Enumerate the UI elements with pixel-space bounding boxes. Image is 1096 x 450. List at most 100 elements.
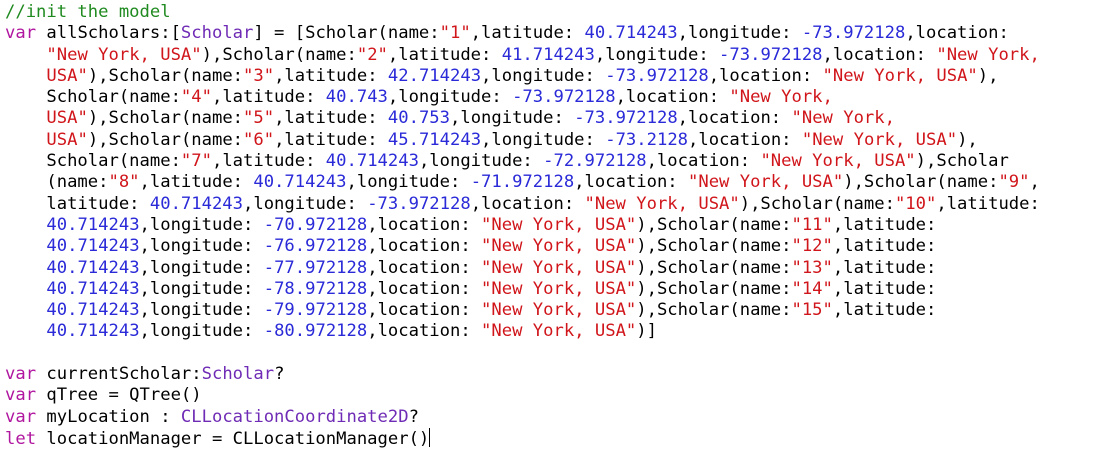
code-token-plain: qTree = QTree() <box>36 385 202 406</box>
code-token-plain: ),Scholar(name: <box>739 193 895 214</box>
code-token-number: -70.972128 <box>263 214 368 235</box>
code-token-plain: ,longitude: <box>481 129 606 150</box>
code-token-plain: latitude: <box>5 193 150 214</box>
code-line: 40.714243,longitude: -77.972128,location… <box>5 258 1040 279</box>
code-token-plain: ,latitude: <box>274 108 388 129</box>
code-token-plain: ,latitude: <box>211 151 326 172</box>
code-token-string: "14" <box>791 278 833 299</box>
code-token-string: USA" <box>46 65 88 86</box>
code-token-string: "New York, <box>936 44 1040 65</box>
code-line: 40.714243,longitude: -76.972128,location… <box>5 236 1040 257</box>
code-token-plain: ,location: <box>708 65 823 86</box>
code-token-keyword: var <box>5 364 37 385</box>
code-token-type: CLLocationCoordinate2D <box>180 406 409 427</box>
code-token-plain: ,latitude: <box>387 44 502 65</box>
code-token-number: -73.972128 <box>574 108 678 129</box>
code-line: 40.714243,longitude: -80.972128,location… <box>5 321 1040 342</box>
code-token-plain: ),Scholar(name: <box>636 257 792 278</box>
code-token-plain: ), <box>977 65 999 86</box>
code-token-string: "New York, <box>729 87 833 108</box>
code-token-plain: ,longitude: <box>139 214 264 235</box>
code-token-plain: Scholar(name: <box>5 151 181 172</box>
code-editor[interactable]: //init the model var allScholars:[Scholar… <box>0 0 1096 449</box>
code-token-plain: ,latitude: <box>936 193 1040 214</box>
code-token-string: "New York, USA" <box>481 214 637 235</box>
code-token-plain: ,longitude: <box>594 44 720 65</box>
code-token-plain: ,location: <box>688 129 802 150</box>
code-line: USA"),Scholar(name:"6",latitude: 45.7142… <box>5 130 1040 151</box>
code-token-number: -79.972128 <box>263 300 368 321</box>
code-line: USA"),Scholar(name:"5",latitude: 40.753,… <box>5 108 1040 129</box>
code-token-number: 40.714243 <box>149 193 244 214</box>
code-token-plain: ,longitude: <box>677 23 802 44</box>
code-token-plain: ,longitude: <box>139 236 264 257</box>
code-line: 40.714243,longitude: -78.972128,location… <box>5 279 1040 300</box>
code-token-plain: ? <box>408 406 419 427</box>
code-token-string: USA" <box>46 108 88 129</box>
code-token-plain: ,location: <box>574 172 688 193</box>
code-token-string: "New York, USA" <box>584 193 740 214</box>
code-token-plain: currentScholar: <box>36 364 202 385</box>
code-token-plain: ,latitude: <box>274 65 388 86</box>
code-token-number: 40.714243 <box>46 300 140 321</box>
code-token-number: -73.972128 <box>605 65 709 86</box>
code-token-plain: ,location: <box>367 300 482 321</box>
code-token-plain: ), <box>957 129 978 150</box>
code-token-keyword: var <box>5 23 37 44</box>
code-token-plain: ,latitude: <box>832 300 937 321</box>
code-token-plain: ),Scholar(name: <box>87 65 244 86</box>
code-token-plain: ,latitude: <box>832 278 937 299</box>
code-token-string: "4" <box>180 87 212 108</box>
code-token-string: "New York, USA" <box>822 65 978 86</box>
code-token-plain: ,latitude: <box>139 172 254 193</box>
code-token-plain: ,longitude: <box>243 193 368 214</box>
source-code[interactable]: //init the model var allScholars:[Scholar… <box>5 2 1040 449</box>
code-line: var qTree = QTree() <box>5 385 1040 406</box>
code-token-number: 40.714243 <box>46 278 140 299</box>
code-token-number: 42.714243 <box>387 65 482 86</box>
code-token-plain: )] <box>636 321 657 342</box>
code-token-number: -78.972128 <box>263 278 368 299</box>
code-token-number: 45.714243 <box>387 129 482 150</box>
code-token-string: "7" <box>180 151 212 172</box>
code-token-plain: ,location: <box>646 151 761 172</box>
code-token-plain: ,longitude: <box>139 278 264 299</box>
code-token-number: 40.714243 <box>584 23 678 44</box>
code-line: "New York, USA"),Scholar(name:"2",latitu… <box>5 44 1040 66</box>
code-token-number: 40.714243 <box>325 151 419 172</box>
code-line: USA"),Scholar(name:"3",latitude: 42.7142… <box>5 66 1040 87</box>
code-token-plain: ,longitude: <box>481 65 606 86</box>
code-token-string: "New York, USA" <box>481 257 637 278</box>
code-token-plain: ),Scholar(name: <box>636 236 792 257</box>
code-line: (name:"8",latitude: 40.714243,longitude:… <box>5 172 1039 193</box>
code-token-string: "15" <box>791 300 833 321</box>
code-token-plain: ,longitude: <box>450 108 575 129</box>
code-token-number: 40.753 <box>387 108 450 129</box>
code-token-plain: ,location: <box>367 278 482 299</box>
code-token-number: 40.714243 <box>46 321 140 342</box>
code-token-plain: ),Scholar(name: <box>201 44 357 65</box>
code-token-number: -77.972128 <box>263 257 368 278</box>
code-token-plain: (name: <box>5 172 109 193</box>
code-token-string: "New York, USA" <box>688 172 844 193</box>
code-line: //init the model <box>5 2 1040 23</box>
code-token-number: -80.972128 <box>263 321 368 342</box>
code-token-string: "10" <box>894 193 937 214</box>
code-token-number: 40.714243 <box>46 257 140 278</box>
code-token-string: "12" <box>791 236 833 257</box>
code-token-string: "9" <box>998 172 1030 193</box>
code-token-number: 40.743 <box>325 87 388 108</box>
code-token-plain: ,longitude: <box>139 300 264 321</box>
code-token-string: "13" <box>791 257 833 278</box>
code-line: 40.714243,longitude: -70.972128,location… <box>5 215 1040 236</box>
code-token-string: "New York, USA" <box>801 129 958 150</box>
code-token-plain: ,location: <box>367 321 482 342</box>
code-token-plain: ,latitude: <box>274 129 388 150</box>
code-token-plain: allScholars:[ <box>36 23 181 44</box>
code-token-plain: ,location: <box>905 23 1009 44</box>
